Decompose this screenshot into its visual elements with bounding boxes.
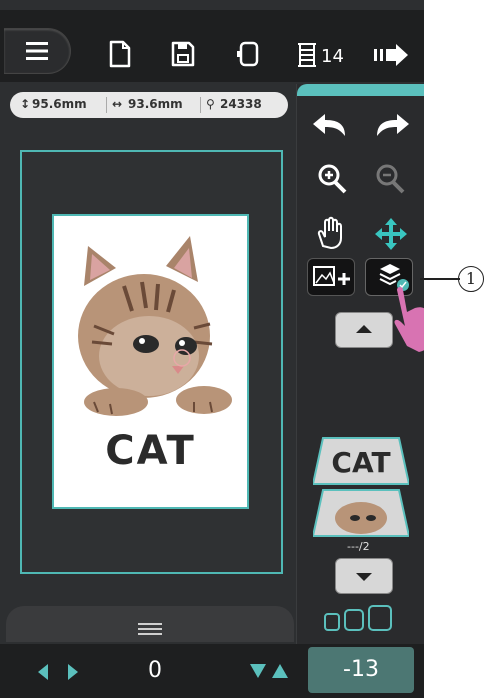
horizontal-arrows-icon <box>38 664 78 680</box>
view-toggle-icon[interactable] <box>323 604 401 634</box>
design-size-info: ↕ 95.6mm ↔ 93.6mm ⚲ 24338 <box>10 92 288 118</box>
add-image-icon <box>313 266 350 286</box>
vertical-offset-field[interactable]: -13 <box>308 647 414 693</box>
save-icon[interactable] <box>170 40 196 68</box>
undo-icon[interactable] <box>309 106 355 142</box>
drag-handle-icon <box>138 623 162 635</box>
menu-icon <box>26 42 48 60</box>
app-screen: 14 ↕ 95.6mm ↔ 93.6mm ⚲ 24338 CAT CAT ---… <box>0 0 424 698</box>
divider <box>200 97 201 113</box>
stitch-count-label: 14 <box>321 46 344 67</box>
move-icon[interactable] <box>371 216 417 252</box>
hoop-icon[interactable] <box>236 40 262 68</box>
menu-button[interactable] <box>4 28 71 74</box>
pan-hand-icon[interactable] <box>313 216 359 252</box>
divider <box>106 97 107 113</box>
zoom-in-icon[interactable] <box>313 160 359 196</box>
add-image-button[interactable] <box>307 258 355 296</box>
panel-header <box>297 84 424 96</box>
cat-image <box>78 236 232 416</box>
horizontal-offset: 0 <box>148 658 162 683</box>
transfer-icon[interactable] <box>374 44 410 66</box>
design-text: CAT <box>105 428 196 474</box>
up-arrow-icon <box>356 325 372 333</box>
scroll-up-button[interactable] <box>335 312 393 348</box>
callout-line <box>420 278 460 280</box>
scroll-down-button[interactable] <box>335 558 393 594</box>
top-toolbar: 14 <box>0 10 424 82</box>
callout-number: 1 <box>458 266 484 292</box>
layer-text: CAT <box>331 446 391 479</box>
page-indicator: ---/2 <box>347 540 370 553</box>
stitch-icon: ⚲ <box>206 97 215 111</box>
down-arrow-icon <box>356 573 372 581</box>
width-icon: ↔ <box>112 97 123 111</box>
width-value: 93.6mm <box>128 97 183 111</box>
stitch-count-icon[interactable] <box>296 42 318 68</box>
layer-list[interactable]: CAT <box>313 436 409 540</box>
stitch-value: 24338 <box>220 97 262 111</box>
redo-icon[interactable] <box>367 106 413 142</box>
zoom-out-icon[interactable] <box>371 160 417 196</box>
height-value: 95.6mm <box>32 97 87 111</box>
edit-panel: CAT ---/2 <box>296 84 424 644</box>
bottom-drawer-handle[interactable] <box>6 606 294 642</box>
design-preview[interactable]: CAT <box>52 214 249 509</box>
vertical-arrows-icon <box>250 664 288 678</box>
tap-hand-icon <box>394 287 424 352</box>
height-icon: ↕ <box>20 97 31 111</box>
new-file-icon[interactable] <box>108 40 132 68</box>
